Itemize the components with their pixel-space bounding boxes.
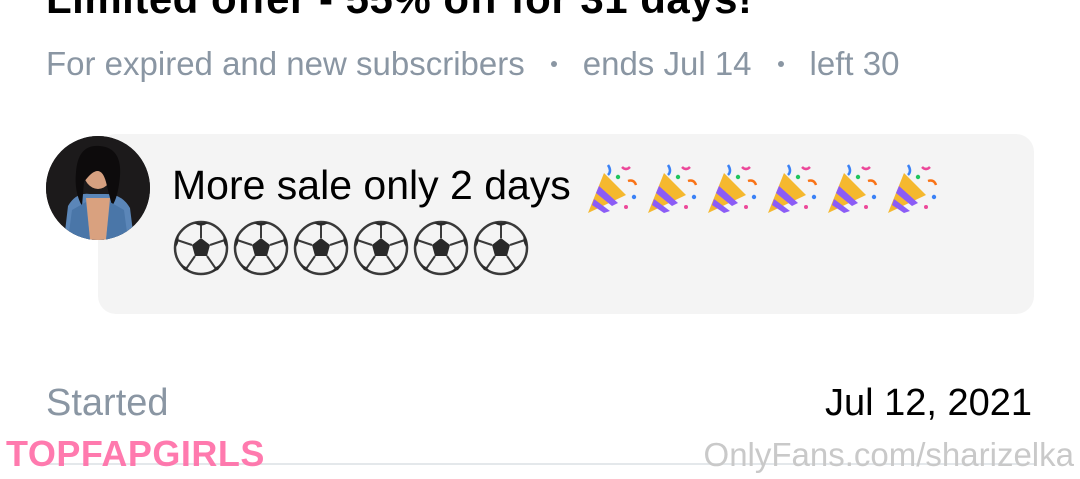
started-date: Jul 12, 2021 (824, 382, 1032, 424)
soccer-ball-icon (473, 220, 529, 276)
party-popper-icon (828, 164, 878, 214)
party-emoji-row (582, 159, 940, 217)
offer-end-date: ends Jul 14 (582, 45, 752, 82)
message-text: More sale only 2 days (172, 162, 571, 208)
offer-message: More sale only 2 days (46, 134, 1034, 314)
party-popper-icon (588, 164, 638, 214)
separator-dot (550, 61, 557, 67)
offer-audience: For expired and new subscribers (46, 45, 525, 82)
soccer-ball-icon (233, 220, 289, 276)
watermark-topfapgirls: TOPFAPGIRLS (6, 433, 265, 474)
offer-remaining: left 30 (809, 45, 900, 82)
soccer-ball-icon (413, 220, 469, 276)
soccer-ball-icon (293, 220, 349, 276)
offer-meta: For expired and new subscribers ends Jul… (46, 42, 899, 86)
offer-title: Limited offer - 55% off for 31 days! (46, 0, 752, 24)
offer-details-page: Limited offer - 55% off for 31 days! For… (0, 0, 1080, 479)
party-popper-icon (708, 164, 758, 214)
avatar-image (46, 136, 150, 240)
watermark-onlyfans-url: OnlyFans.com/sharizelka (703, 436, 1074, 473)
soccer-emoji-row (172, 219, 1012, 277)
message-text-block: More sale only 2 days (172, 154, 1012, 277)
soccer-ball-icon (353, 220, 409, 276)
started-label: Started (46, 382, 169, 424)
soccer-ball-icon (173, 220, 229, 276)
avatar[interactable] (46, 136, 150, 240)
party-popper-icon (888, 164, 938, 214)
separator-dot (777, 61, 784, 67)
party-popper-icon (648, 164, 698, 214)
party-popper-icon (768, 164, 818, 214)
